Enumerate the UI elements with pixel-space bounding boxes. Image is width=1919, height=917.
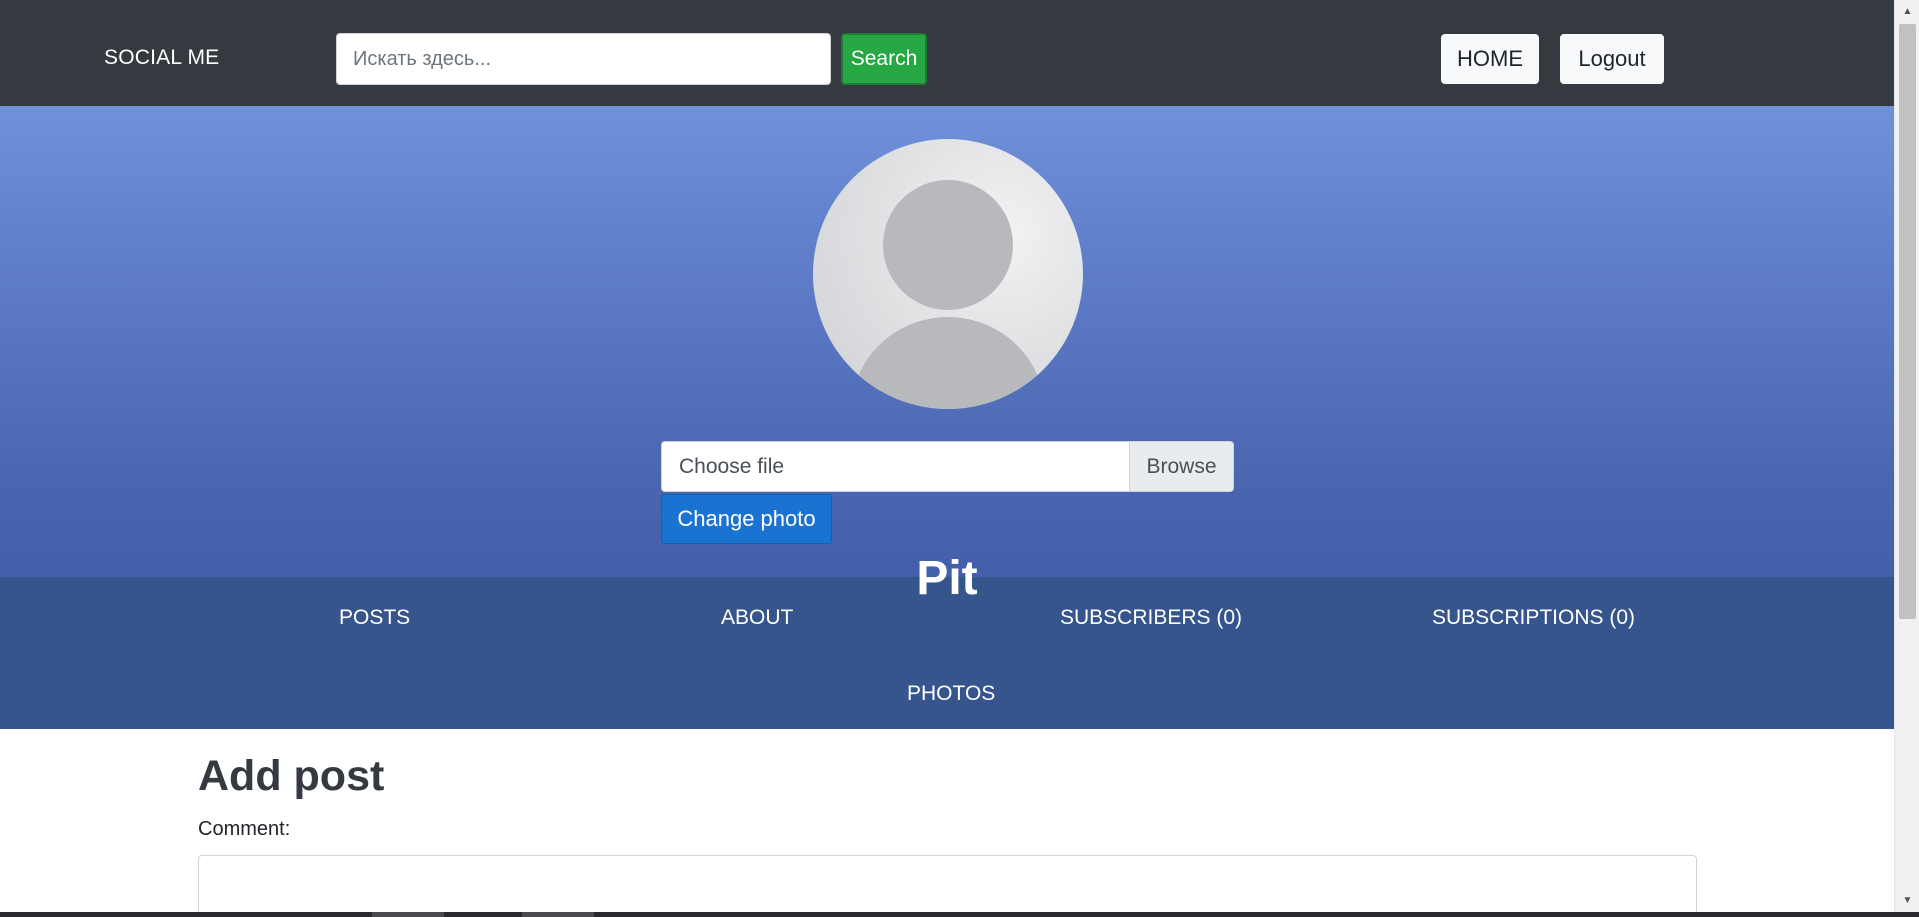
file-upload-field[interactable]: Choose file Browse (661, 441, 1234, 492)
file-input-label: Choose file (679, 455, 785, 478)
add-post-heading: Add post (198, 752, 385, 800)
logout-button[interactable]: Logout (1560, 34, 1664, 84)
browser-viewport: SOCIAL ME Search HOME Logout Choose file… (0, 0, 1919, 917)
tab-subscribers[interactable]: SUBSCRIBERS (0) (1060, 606, 1242, 630)
comment-label: Comment: (198, 818, 291, 840)
scroll-thumb[interactable] (1899, 24, 1916, 619)
avatar-body-shape (851, 317, 1045, 409)
page: SOCIAL ME Search HOME Logout Choose file… (0, 0, 1894, 917)
profile-name: Pit (916, 552, 978, 605)
brand-logo-text[interactable]: SOCIAL ME (104, 46, 219, 70)
vertical-scrollbar[interactable]: ▲ ▼ (1894, 0, 1919, 912)
home-button[interactable]: HOME (1441, 34, 1539, 84)
search-button[interactable]: Search (841, 33, 927, 85)
taskbar-item[interactable] (372, 912, 444, 917)
comment-textarea[interactable] (198, 855, 1697, 917)
avatar-head-shape (883, 180, 1013, 310)
browse-button[interactable]: Browse (1129, 442, 1233, 491)
tab-posts[interactable]: POSTS (339, 606, 410, 630)
change-photo-button[interactable]: Change photo (661, 494, 832, 544)
scroll-up-arrow-icon[interactable]: ▲ (1895, 3, 1919, 20)
scroll-down-arrow-icon[interactable]: ▼ (1895, 892, 1919, 909)
taskbar-item[interactable] (522, 912, 594, 917)
search-input[interactable] (336, 33, 831, 85)
top-navbar: SOCIAL ME Search HOME Logout (0, 0, 1894, 106)
tab-subscriptions[interactable]: SUBSCRIPTIONS (0) (1432, 606, 1635, 630)
default-user-avatar-icon (813, 139, 1083, 409)
tab-photos[interactable]: PHOTOS (907, 682, 995, 706)
tab-about[interactable]: ABOUT (721, 606, 793, 630)
taskbar-strip (0, 912, 1919, 917)
